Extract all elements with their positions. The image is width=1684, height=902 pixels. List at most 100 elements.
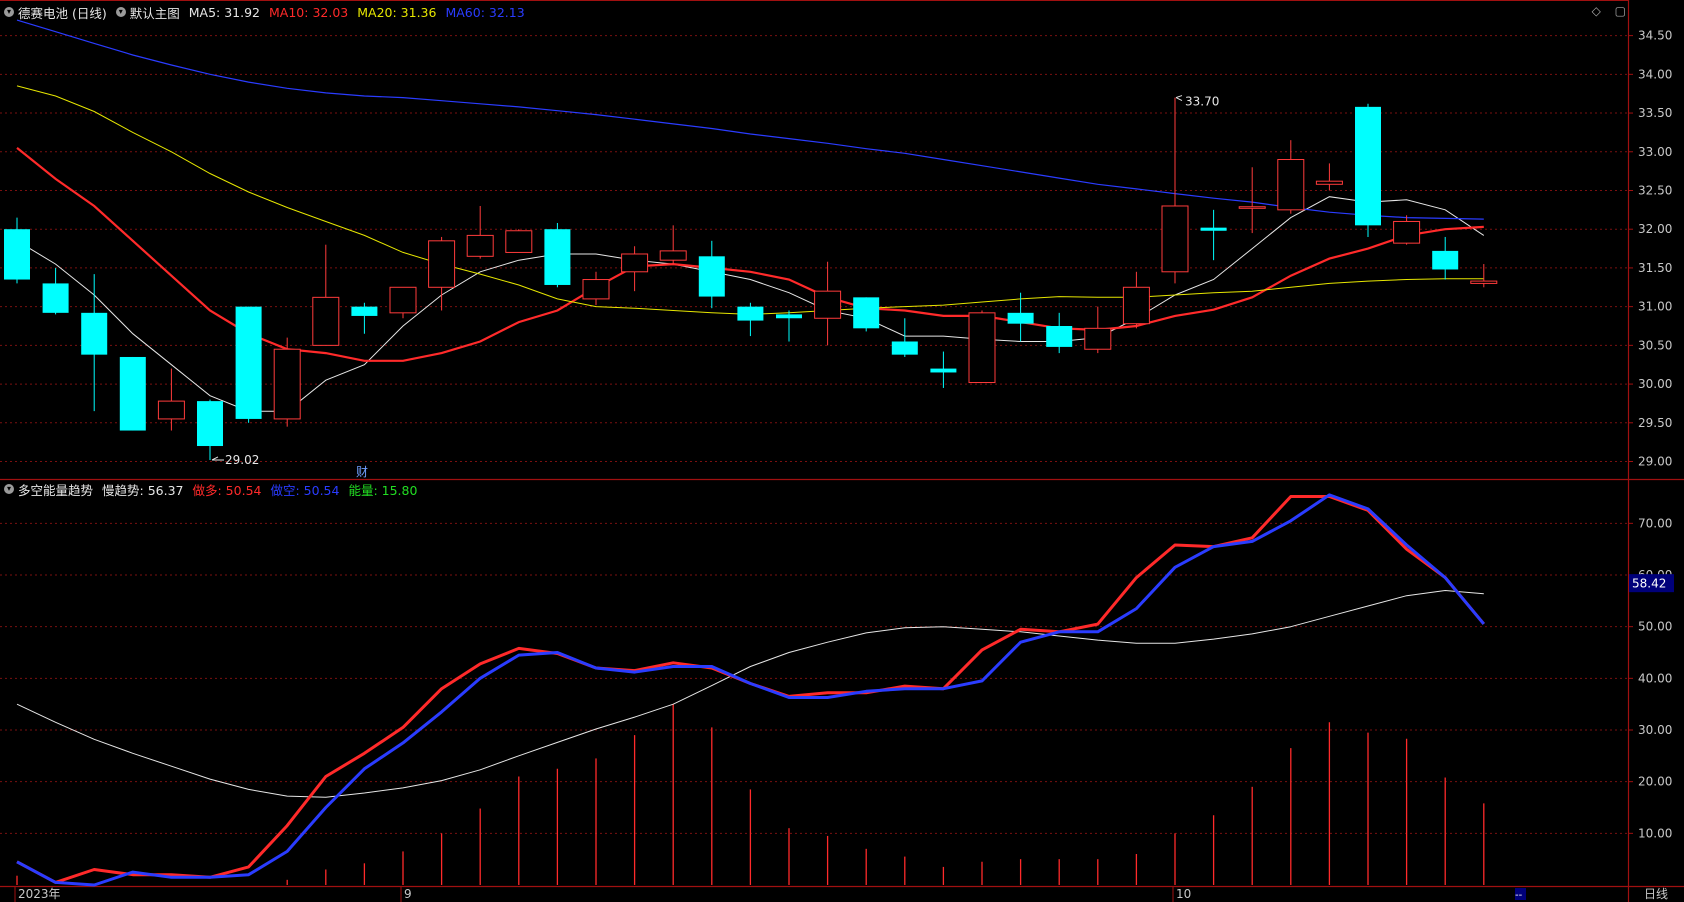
candle-body [659,250,687,261]
main-chart-menu-icon[interactable]: ▾ [115,7,126,17]
candle [659,225,687,265]
candle-body [930,368,957,373]
candle-body [1315,180,1343,185]
candle [891,318,918,357]
price-tick-label: 30.50 [1638,338,1672,352]
date-axis: 2023年 9 10 日线 -- [14,886,1668,902]
long-value: 做多: 50.54 [192,482,262,498]
diamond-icon[interactable]: ◇ [1592,4,1601,18]
candle [737,302,764,337]
candle [1238,167,1266,234]
candle [235,306,262,423]
window-controls: ◇ ▢ [1582,4,1626,18]
candle-body [698,256,725,297]
candle-body [466,234,494,257]
ma5-value: MA5: 31.92 [188,4,261,20]
indicator-menu-icon[interactable]: ▾ [4,484,14,494]
indicator-tick-label: 30.00 [1638,723,1672,737]
current-value-label: 58.42 [1632,577,1666,591]
ma-line-ma60 [16,19,1484,220]
ma60-value: MA60: 32.13 [445,4,525,20]
candle [466,205,494,259]
price-tick-label: 32.50 [1638,183,1672,197]
price-tick-label: 30.00 [1638,377,1672,391]
financial-report-marker[interactable]: 财 [356,465,368,479]
candle-body [505,230,533,253]
candle-body [235,306,262,419]
candle [1355,103,1381,237]
indicator-tick-label: 20.00 [1638,775,1672,789]
high-arrow [1175,95,1183,102]
candle [621,246,649,292]
indicator-tick-label: 70.00 [1638,516,1672,530]
indicator-name[interactable]: 多空能量趋势 [18,480,93,499]
candle [544,223,571,288]
candle-body [428,240,456,288]
price-tick-label: 34.00 [1638,67,1672,81]
price-tick-label: 32.00 [1638,222,1672,236]
low-arrow [211,456,224,461]
candle-body [1470,280,1498,284]
candle [428,236,456,311]
candle-body [1277,159,1305,211]
candle [119,356,146,431]
ma-line-ma20 [16,85,1484,315]
candle-body [1007,312,1034,324]
candle-body [1046,326,1073,347]
indicator-line [16,590,1484,798]
price-tick-label: 31.00 [1638,300,1672,314]
short-value: 做空: 50.54 [270,482,340,498]
candle [1470,264,1498,288]
candle-body [891,341,918,355]
ma10-value: MA10: 32.03 [269,4,349,20]
candle [930,351,957,388]
indicator-header: ▾ 多空能量趋势 慢趋势: 56.37 做多: 50.54 做空: 50.54 … [4,478,426,500]
stock-title[interactable]: 德赛电池 (日线) [18,3,107,22]
candle-body [157,400,185,420]
candle-body [389,286,417,314]
candle [1084,306,1112,354]
main-chart-selector[interactable]: 默认主图 [130,3,180,22]
candle-body [814,290,842,319]
candle-body [1200,227,1227,231]
main-chart-header: ▾ 德赛电池 (日线) ▾ 默认主图 MA5: 31.92 MA10: 32.0… [4,1,534,23]
indicator-tick-label: 10.00 [1638,826,1672,840]
candle [968,310,996,384]
candle-body [544,229,571,285]
candle [1200,209,1227,261]
sub-grid [0,522,1628,834]
candle [582,271,610,306]
period-button[interactable]: 日线 [1644,887,1668,901]
candle [776,310,802,342]
price-tick-label: 29.50 [1638,416,1672,430]
slow-trend-value: 慢趋势: 56.37 [102,482,184,498]
date-label: 2023年 [18,887,61,901]
maximize-icon[interactable]: ▢ [1615,4,1626,18]
candle [1432,236,1459,280]
candle-body [853,297,880,329]
settings-circle-icon[interactable]: ▾ [4,7,14,17]
candle-body [81,312,108,355]
ma20-value: MA20: 31.36 [357,4,437,20]
chart-frame [0,0,1684,902]
candle [1277,140,1305,214]
date-label: 9 [404,887,412,901]
candle [698,240,725,309]
candle [4,217,30,284]
candle [351,302,378,334]
candle [389,286,417,319]
low-price-label: 29.02 [225,453,259,467]
indicator-tick-label: 50.00 [1638,620,1672,634]
price-tick-label: 34.50 [1638,29,1672,43]
chart-canvas: 29.00 29.50 30.00 30.50 31.00 31.50 32.00 32.50… [0,0,1684,902]
price-tick-label: 33.50 [1638,106,1672,120]
date-label: 10 [1176,887,1191,901]
candle-body [1161,205,1189,273]
candle [505,229,533,253]
scroll-marker: -- [1515,890,1523,901]
indicator-value-axis: 10.0020.0030.0040.0050.0060.0070.0058.42 [1628,516,1674,840]
candle [273,337,301,427]
candle [1122,271,1150,329]
energy-value: 能量: 15.80 [348,482,418,498]
price-tick-label: 33.00 [1638,145,1672,159]
